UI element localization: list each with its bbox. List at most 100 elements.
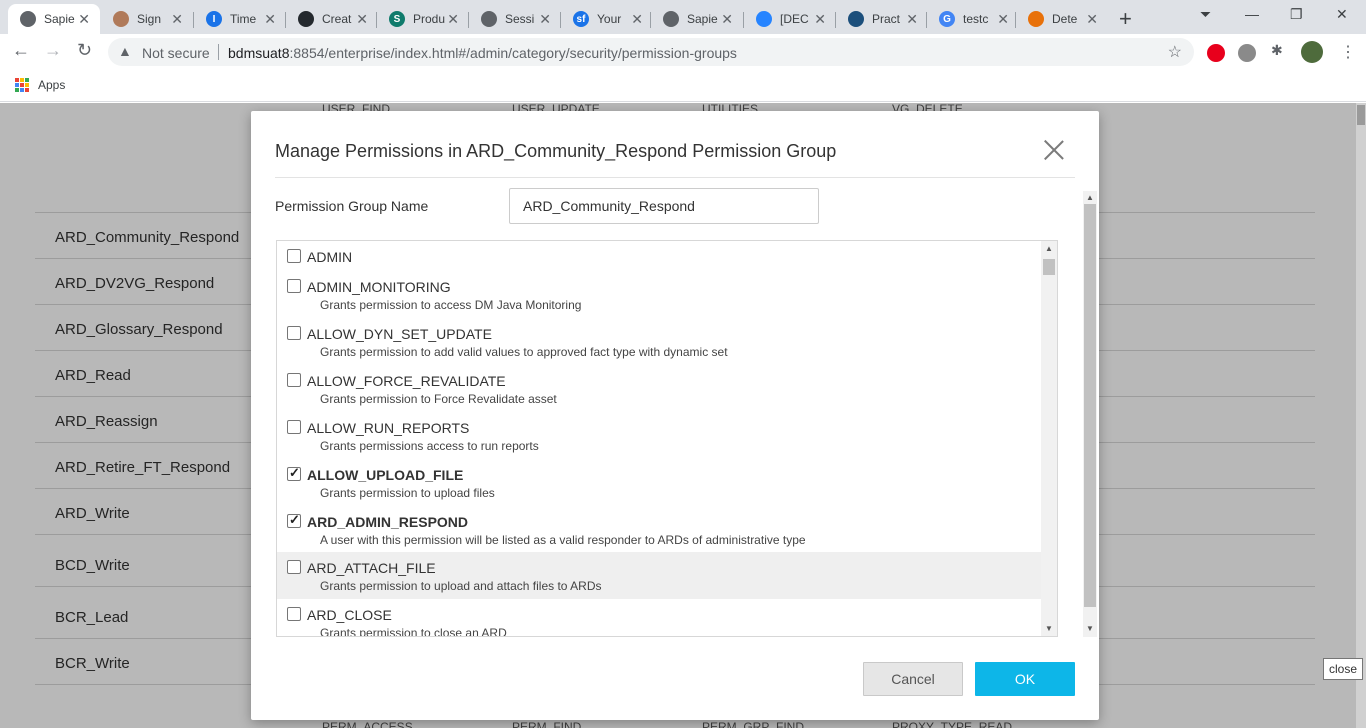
tab-close-icon[interactable]: ✕ <box>356 11 368 28</box>
permission-checkbox[interactable] <box>287 249 301 263</box>
permission-name[interactable]: ALLOW_RUN_REPORTS <box>307 420 469 436</box>
browser-tab[interactable]: Dete ✕ <box>1016 4 1108 34</box>
tab-close-icon[interactable]: ✕ <box>631 11 643 28</box>
browser-tab[interactable]: [DEC ✕ <box>744 4 836 34</box>
globe-icon <box>20 11 36 27</box>
permission-checkbox[interactable] <box>287 512 301 528</box>
permission-item[interactable]: ADMIN_MONITORING Grants permission to acc… <box>277 271 1041 318</box>
menu-icon[interactable]: ⋮ <box>1340 42 1358 61</box>
forward-icon[interactable]: → <box>44 40 62 61</box>
back-icon[interactable]: ← <box>12 40 30 61</box>
browser-tab[interactable]: Gtestc ✕ <box>927 4 1019 34</box>
globe-icon <box>663 11 679 27</box>
permission-name[interactable]: ARD_ADMIN_RESPOND <box>307 514 468 530</box>
tab-close-icon[interactable]: ✕ <box>906 11 918 28</box>
reload-icon[interactable]: ↻ <box>77 40 92 61</box>
permission-checkbox[interactable] <box>287 560 301 574</box>
scroll-up-icon[interactable]: ▲ <box>1086 193 1094 202</box>
permission-checkbox[interactable] <box>287 373 301 387</box>
permission-item[interactable]: ARD_CLOSE Grants permission to close an A… <box>277 599 1041 636</box>
restore-button[interactable]: ❐ <box>1290 6 1303 23</box>
permission-item[interactable]: ARD_ADMIN_RESPOND A user with this permis… <box>277 506 1041 552</box>
tab-close-icon[interactable]: ✕ <box>78 11 90 28</box>
dialog-title: Manage Permissions in ARD_Community_Resp… <box>275 141 837 161</box>
permission-item[interactable]: ALLOW_DYN_SET_UPDATE Grants permission to… <box>277 318 1041 365</box>
close-window-button[interactable]: ✕ <box>1336 6 1348 23</box>
permission-checkbox[interactable] <box>287 326 301 340</box>
avatar[interactable] <box>1301 41 1323 63</box>
group-name-label: Permission Group Name <box>275 198 429 214</box>
browser-tab[interactable]: Sign ✕ <box>101 4 193 34</box>
ok-button[interactable]: OK <box>975 662 1075 696</box>
address-bar[interactable]: ▲ Not secure bdmsuat8:8854/enterprise/in… <box>108 38 1194 66</box>
permission-description: Grants permission to Force Revalidate as… <box>320 392 557 406</box>
permission-name[interactable]: ADMIN_MONITORING <box>307 279 451 295</box>
warning-icon: ▲ <box>118 43 132 59</box>
apps-grid-icon[interactable] <box>15 78 29 92</box>
permission-name[interactable]: ALLOW_DYN_SET_UPDATE <box>307 326 492 342</box>
permissions-scrollbar-thumb[interactable] <box>1043 259 1055 275</box>
tab-search-icon[interactable]: ⏷ <box>1200 6 1211 23</box>
browser-tab[interactable]: S Produ ✕ <box>377 4 469 34</box>
permission-checkbox[interactable] <box>287 420 301 434</box>
tab-close-icon[interactable]: ✕ <box>447 11 459 28</box>
scroll-down-icon[interactable]: ▼ <box>1045 624 1053 633</box>
permission-description: Grants permission to upload files <box>320 486 495 500</box>
group-name-input[interactable] <box>509 188 819 224</box>
puzzle-icon[interactable]: ✱ <box>1271 42 1289 60</box>
avatar-icon <box>113 11 129 27</box>
sharepoint-icon: S <box>389 11 405 27</box>
permission-item[interactable]: ALLOW_FORCE_REVALIDATE Grants permission … <box>277 365 1041 412</box>
tab-separator <box>193 12 194 28</box>
tab-close-icon[interactable]: ✕ <box>721 11 733 28</box>
tab-close-icon[interactable]: ✕ <box>264 11 276 28</box>
permission-checkbox[interactable] <box>287 279 301 293</box>
bookmark-star-icon[interactable]: ☆ <box>1168 42 1182 62</box>
permission-name[interactable]: ALLOW_FORCE_REVALIDATE <box>307 373 506 389</box>
tab-close-icon[interactable]: ✕ <box>814 11 826 28</box>
jira-icon <box>756 11 772 27</box>
browser-tab[interactable]: I Time ✕ <box>194 4 286 34</box>
close-icon[interactable] <box>1043 139 1065 161</box>
permission-name[interactable]: ALLOW_UPLOAD_FILE <box>307 467 463 483</box>
tab-separator <box>650 12 651 28</box>
minimize-button[interactable]: — <box>1245 6 1259 22</box>
tab-title: Your <box>597 12 622 26</box>
permission-item[interactable]: ARD_ATTACH_FILE Grants permission to uplo… <box>277 552 1041 599</box>
url-text[interactable]: bdmsuat8:8854/enterprise/index.html#/adm… <box>228 45 737 61</box>
cancel-button[interactable]: Cancel <box>863 662 963 696</box>
browser-tab[interactable]: Pract ✕ <box>836 4 928 34</box>
extension-icon[interactable] <box>1238 44 1256 62</box>
browser-tab[interactable]: sf Your ✕ <box>561 4 653 34</box>
new-tab-button[interactable]: + <box>1119 6 1132 32</box>
permission-item[interactable]: ALLOW_RUN_REPORTS Grants permissions acce… <box>277 412 1041 459</box>
permission-name[interactable]: ADMIN <box>307 249 352 265</box>
page-scrollbar[interactable] <box>1356 103 1366 728</box>
permission-checkbox[interactable] <box>287 465 301 481</box>
adblock-extension-icon[interactable] <box>1207 44 1225 62</box>
page-scrollbar-thumb[interactable] <box>1357 105 1365 125</box>
tab-close-icon[interactable]: ✕ <box>1086 11 1098 28</box>
permission-name[interactable]: ARD_CLOSE <box>307 607 392 623</box>
permission-item[interactable]: ADMIN <box>277 241 1041 271</box>
tab-title: Sapie <box>44 12 75 26</box>
tab-title: [DEC <box>780 12 809 26</box>
browser-tab[interactable]: Creat ✕ <box>286 4 378 34</box>
tab-close-icon[interactable]: ✕ <box>997 11 1009 28</box>
browser-tab[interactable]: Sessi ✕ <box>469 4 561 34</box>
permission-item[interactable]: ALLOW_UPLOAD_FILE Grants permission to up… <box>277 459 1041 506</box>
tab-title: Dete <box>1052 12 1078 26</box>
permission-checkbox[interactable] <box>287 607 301 621</box>
browser-tab[interactable]: Sapie ✕ <box>8 4 100 34</box>
browser-tab[interactable]: Sapie ✕ <box>651 4 743 34</box>
scroll-down-icon[interactable]: ▼ <box>1086 624 1094 633</box>
tab-separator <box>376 12 377 28</box>
scroll-up-icon[interactable]: ▲ <box>1045 244 1053 253</box>
tab-close-icon[interactable]: ✕ <box>171 11 183 28</box>
apps-bookmark[interactable]: Apps <box>38 78 65 92</box>
dialog-scrollbar-thumb[interactable] <box>1084 204 1096 607</box>
permission-name[interactable]: ARD_ATTACH_FILE <box>307 560 436 576</box>
permissions-scrollbar[interactable] <box>1041 241 1057 636</box>
tab-close-icon[interactable]: ✕ <box>539 11 551 28</box>
permission-description: Grants permission to add valid values to… <box>320 345 728 359</box>
